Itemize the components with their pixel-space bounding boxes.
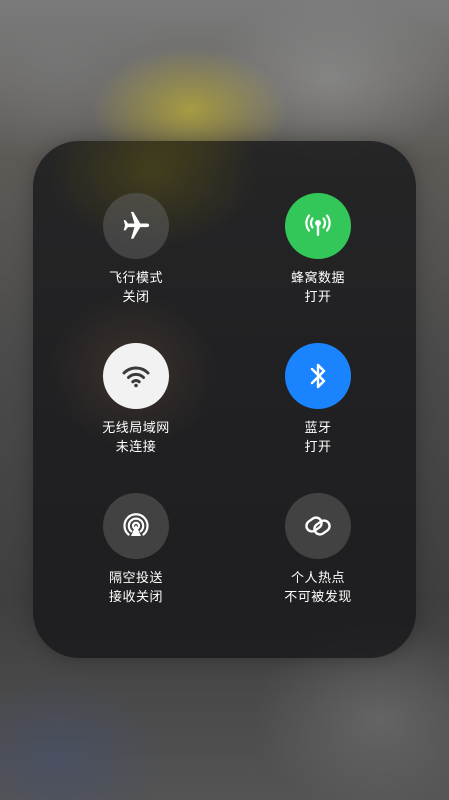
airdrop-status: 接收关闭: [108, 590, 163, 605]
airplane-mode-label: 飞行模式: [108, 271, 163, 286]
airplane-icon: [123, 211, 150, 239]
airdrop-tile: 隔空投送 接收关闭: [66, 493, 206, 607]
cellular-data-toggle[interactable]: [285, 193, 351, 259]
wifi-status: 未连接: [115, 440, 157, 455]
hotspot-label: 个人热点: [290, 571, 345, 586]
cellular-data-status: 打开: [304, 290, 332, 305]
bluetooth-status: 打开: [304, 440, 332, 455]
hotspot-link-icon: [305, 516, 331, 536]
wifi-icon: [122, 366, 150, 388]
bluetooth-tile: 蓝牙 打开: [248, 343, 388, 457]
bluetooth-toggle[interactable]: [285, 343, 351, 409]
wifi-tile: 无线局域网 未连接: [66, 343, 206, 457]
hotspot-status: 不可被发现: [284, 590, 352, 605]
cellular-data-tile: 蜂窝数据 打开: [248, 193, 388, 307]
airplane-mode-toggle[interactable]: [103, 193, 169, 259]
bluetooth-label: 蓝牙: [304, 421, 332, 436]
cellular-data-label: 蜂窝数据: [290, 271, 345, 286]
cellular-antenna-icon: [305, 214, 331, 236]
hotspot-toggle[interactable]: [285, 493, 351, 559]
wifi-toggle[interactable]: [103, 343, 169, 409]
airdrop-toggle[interactable]: [103, 493, 169, 559]
airdrop-icon: [123, 513, 149, 536]
hotspot-tile: 个人热点 不可被发现: [248, 493, 388, 607]
airdrop-label: 隔空投送: [108, 571, 163, 586]
airplane-mode-tile: 飞行模式 关闭: [66, 193, 206, 307]
wifi-label: 无线局域网: [102, 421, 170, 436]
connectivity-panel: 飞行模式 关闭 蜂窝数据 打开 无线局域网 未连接 蓝牙 打开 隔空投送 接收关…: [33, 141, 416, 658]
bluetooth-icon: [310, 363, 326, 389]
airplane-mode-status: 关闭: [122, 290, 150, 305]
